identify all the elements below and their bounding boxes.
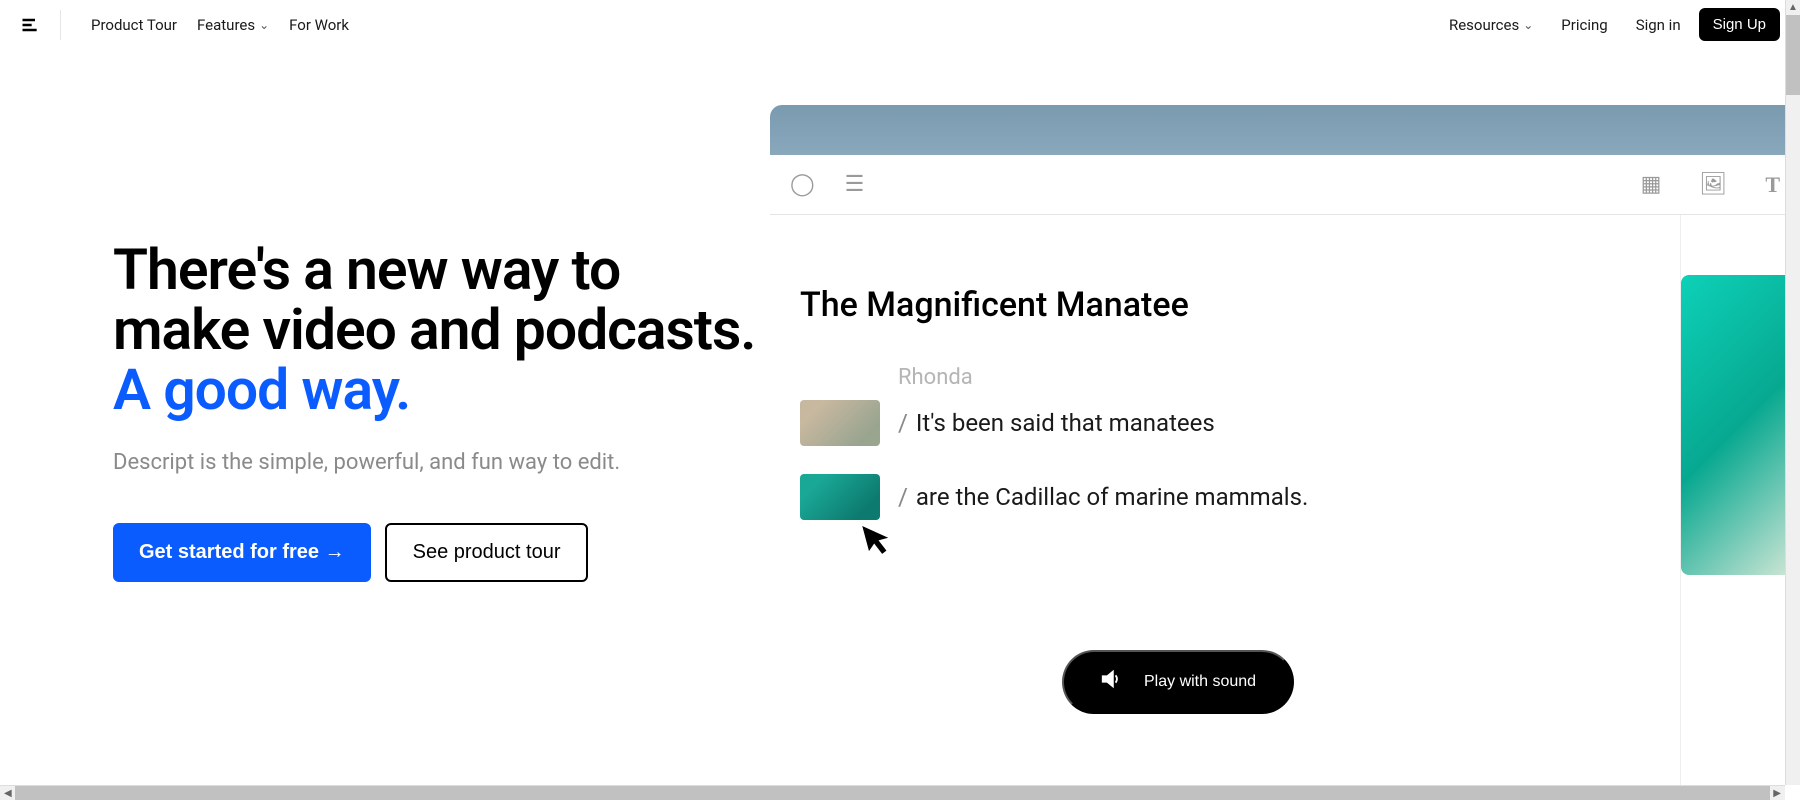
nav-right-group: Resources ⌄ Pricing Sign in Sign Up [1439,8,1780,41]
transcript-text-2: / are the Cadillac of marine mammals. [898,483,1308,511]
nav-features[interactable]: Features ⌄ [187,10,279,40]
nav-pricing[interactable]: Pricing [1551,10,1617,40]
nav-product-tour[interactable]: Product Tour [81,10,187,40]
nav-resources-label: Resources [1449,16,1519,34]
product-tour-button[interactable]: See product tour [385,523,589,582]
document-title: The Magnificent Manatee [800,285,1650,325]
hero-copy: There's a new way to make video and podc… [0,50,760,800]
brand-logo[interactable] [20,15,40,35]
speaker-icon [1100,668,1122,696]
hero-headline-main: There's a new way to make video and podc… [113,236,755,363]
play-with-sound-label: Play with sound [1144,673,1256,691]
toolbar-left: ◯ ☰ [790,172,864,197]
transcript-segment-2: are the Cadillac of marine mammals. [916,483,1308,511]
scroll-up-arrow-icon[interactable]: ▲ [1786,0,1800,15]
menu-icon[interactable]: ☰ [845,172,865,197]
hero-subheading: Descript is the simple, powerful, and fu… [113,450,760,475]
text-icon[interactable]: T [1765,172,1780,198]
preview-toolbar: ◯ ☰ ▦ 🖼 T [770,155,1800,215]
hero-headline: There's a new way to make video and podc… [113,240,760,420]
circle-outline-icon[interactable]: ◯ [790,172,815,197]
nav-left-group: Product Tour Features ⌄ For Work [20,10,359,40]
scroll-left-arrow-icon[interactable]: ◀ [4,788,12,799]
image-icon[interactable]: 🖼 [1699,172,1727,197]
nav-resources[interactable]: Resources ⌄ [1439,10,1543,40]
grid-icon[interactable]: ▦ [1641,172,1662,197]
hero-cta-row: Get started for free → See product tour [113,523,760,582]
vertical-scroll-thumb[interactable] [1786,15,1800,95]
clip-thumbnail-1[interactable] [800,400,880,446]
media-panel [1680,215,1800,800]
speaker-label: Rhonda [898,365,1650,390]
scroll-right-arrow-icon[interactable]: ▶ [1773,788,1781,799]
horizontal-scrollbar[interactable]: ◀ ▶ [0,785,1785,800]
get-started-button[interactable]: Get started for free → [113,523,371,582]
nav-features-label: Features [197,16,255,34]
horizontal-scroll-thumb[interactable] [15,786,1770,800]
play-with-sound-button[interactable]: Play with sound [1062,650,1294,714]
toolbar-right: ▦ 🖼 T [1641,172,1780,198]
chevron-down-icon: ⌄ [259,18,269,32]
clip-thumbnail-2[interactable] [800,474,880,520]
media-preview-image [1681,275,1800,575]
preview-body: The Magnificent Manatee Rhonda / It's be… [770,215,1800,800]
nav-divider [60,10,61,40]
nav-sign-in[interactable]: Sign in [1626,10,1691,40]
hero-headline-accent: A good way. [113,356,410,423]
top-navbar: Product Tour Features ⌄ For Work Resourc… [0,0,1800,50]
transcript-text-1: / It's been said that manatees [898,409,1215,437]
transcript-line-1[interactable]: / It's been said that manatees [800,400,1650,446]
cursor-arrow-icon [860,517,900,567]
transcript-line-2[interactable]: / are the Cadillac of marine mammals. [800,474,1650,520]
chevron-down-icon: ⌄ [1523,18,1533,32]
preview-video-strip [770,105,1800,155]
transcript-segment-1: It's been said that manatees [916,409,1215,437]
vertical-scrollbar[interactable]: ▲ [1785,0,1800,785]
hero-section: There's a new way to make video and podc… [0,50,1800,800]
nav-for-work[interactable]: For Work [279,10,359,40]
sign-up-button[interactable]: Sign Up [1699,8,1780,41]
